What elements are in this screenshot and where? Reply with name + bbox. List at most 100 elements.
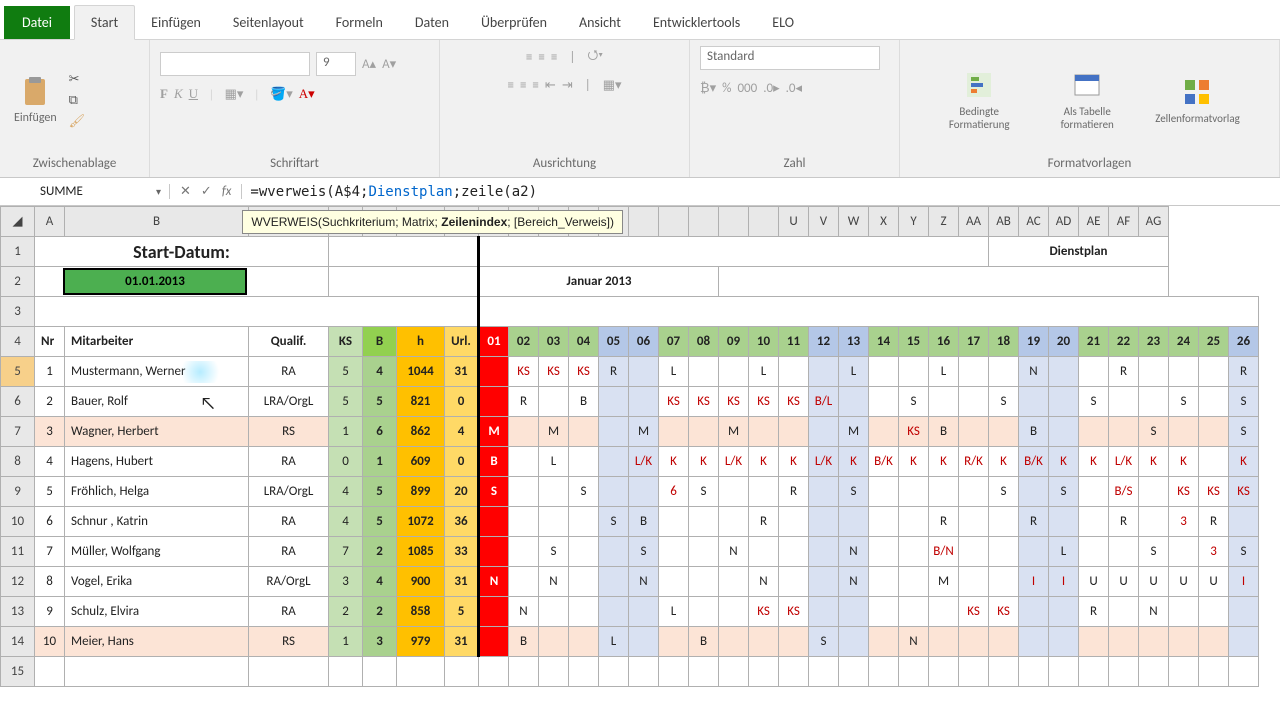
day-cell[interactable]: S	[989, 477, 1019, 507]
day-header[interactable]: 19	[1019, 327, 1049, 357]
employee-name[interactable]: Schnur , Katrin	[65, 507, 249, 537]
day-cell[interactable]: I	[1049, 567, 1079, 597]
day-cell[interactable]	[479, 357, 509, 387]
day-cell[interactable]: S	[899, 387, 929, 417]
align-top-icon[interactable]: ≡	[526, 50, 532, 65]
day-cell[interactable]	[779, 537, 809, 567]
underline-button[interactable]: U	[189, 86, 198, 102]
day-cell[interactable]: S	[1049, 477, 1079, 507]
day-cell[interactable]	[1079, 627, 1109, 657]
format-table-button[interactable]: Als Tabelle formatieren	[1043, 67, 1131, 133]
day-cell[interactable]	[479, 627, 509, 657]
day-cell[interactable]: R	[779, 477, 809, 507]
copy-icon[interactable]: ⧉	[69, 93, 86, 108]
day-cell[interactable]	[869, 627, 899, 657]
day-cell[interactable]	[899, 567, 929, 597]
font-family-select[interactable]	[160, 52, 310, 76]
employee-name[interactable]: Vogel, Erika	[65, 567, 249, 597]
day-cell[interactable]: R	[749, 507, 779, 537]
day-cell[interactable]: K	[1169, 447, 1199, 477]
day-cell[interactable]: KS	[659, 387, 689, 417]
day-cell[interactable]: B/K	[869, 447, 899, 477]
day-cell[interactable]: K	[929, 447, 959, 477]
day-cell[interactable]	[509, 447, 539, 477]
dec-dec-icon[interactable]: .0◂	[786, 81, 802, 96]
day-cell[interactable]	[959, 387, 989, 417]
day-cell[interactable]: KS	[509, 357, 539, 387]
day-cell[interactable]	[779, 357, 809, 387]
day-header[interactable]: 09	[719, 327, 749, 357]
day-cell[interactable]	[1229, 597, 1259, 627]
day-header[interactable]: 22	[1109, 327, 1139, 357]
day-cell[interactable]	[869, 507, 899, 537]
day-cell[interactable]: R	[1109, 507, 1139, 537]
day-cell[interactable]	[749, 537, 779, 567]
day-cell[interactable]	[479, 537, 509, 567]
day-cell[interactable]: KS	[1199, 477, 1229, 507]
cut-icon[interactable]: ✂	[69, 72, 86, 87]
day-cell[interactable]: KS	[1169, 477, 1199, 507]
decrease-font-icon[interactable]: A▾	[382, 57, 396, 72]
day-cell[interactable]	[599, 387, 629, 417]
conditional-format-button[interactable]: Bedingte Formatierung	[935, 67, 1023, 133]
day-cell[interactable]: 6	[659, 477, 689, 507]
day-cell[interactable]	[539, 477, 569, 507]
employee-name[interactable]: Müller, Wolfgang	[65, 537, 249, 567]
cell-styles-button[interactable]: Zellenformatvorlag	[1151, 74, 1244, 127]
day-cell[interactable]: I	[1229, 567, 1259, 597]
day-cell[interactable]	[629, 627, 659, 657]
day-cell[interactable]	[1199, 357, 1229, 387]
day-cell[interactable]: K	[1229, 447, 1259, 477]
day-cell[interactable]: M	[539, 417, 569, 447]
day-cell[interactable]: KS	[959, 597, 989, 627]
select-all-corner[interactable]: ◢	[1, 207, 35, 237]
day-cell[interactable]: K	[659, 447, 689, 477]
day-header[interactable]: 16	[929, 327, 959, 357]
day-header[interactable]: 05	[599, 327, 629, 357]
day-cell[interactable]	[989, 417, 1019, 447]
day-header[interactable]: 01	[479, 327, 509, 357]
fill-color-button[interactable]: 🪣▾	[270, 86, 293, 102]
day-cell[interactable]: S	[689, 477, 719, 507]
day-cell[interactable]: B/K	[1019, 447, 1049, 477]
increase-font-icon[interactable]: A▴	[362, 57, 376, 72]
day-header[interactable]: 10	[749, 327, 779, 357]
day-cell[interactable]: S	[1139, 537, 1169, 567]
employee-name[interactable]: Meier, Hans	[65, 627, 249, 657]
font-color-button[interactable]: A▾	[299, 86, 315, 102]
day-cell[interactable]: U	[1109, 567, 1139, 597]
day-cell[interactable]: KS	[719, 387, 749, 417]
day-cell[interactable]	[539, 627, 569, 657]
day-cell[interactable]	[599, 537, 629, 567]
day-cell[interactable]	[569, 537, 599, 567]
day-cell[interactable]: N	[839, 567, 869, 597]
day-cell[interactable]	[869, 357, 899, 387]
font-size-select[interactable]: 9	[316, 52, 356, 76]
day-cell[interactable]	[839, 597, 869, 627]
day-cell[interactable]	[719, 357, 749, 387]
day-cell[interactable]	[599, 447, 629, 477]
tab-formulas[interactable]: Formeln	[320, 6, 399, 39]
day-cell[interactable]	[1019, 627, 1049, 657]
day-cell[interactable]: N	[539, 567, 569, 597]
day-cell[interactable]	[749, 417, 779, 447]
day-cell[interactable]	[869, 387, 899, 417]
day-cell[interactable]	[569, 597, 599, 627]
day-cell[interactable]	[479, 387, 509, 417]
day-cell[interactable]	[959, 507, 989, 537]
day-cell[interactable]: S	[1229, 537, 1259, 567]
day-cell[interactable]: B	[629, 507, 659, 537]
day-cell[interactable]	[659, 507, 689, 537]
number-format-select[interactable]: Standard	[700, 46, 880, 70]
day-cell[interactable]: L	[599, 627, 629, 657]
day-cell[interactable]	[1109, 537, 1139, 567]
day-cell[interactable]	[839, 507, 869, 537]
day-cell[interactable]: U	[1139, 567, 1169, 597]
day-cell[interactable]: B	[689, 627, 719, 657]
day-cell[interactable]	[929, 387, 959, 417]
day-header[interactable]: 11	[779, 327, 809, 357]
day-cell[interactable]	[929, 627, 959, 657]
day-cell[interactable]: KS	[779, 597, 809, 627]
day-cell[interactable]: L/K	[809, 447, 839, 477]
day-cell[interactable]	[1019, 387, 1049, 417]
